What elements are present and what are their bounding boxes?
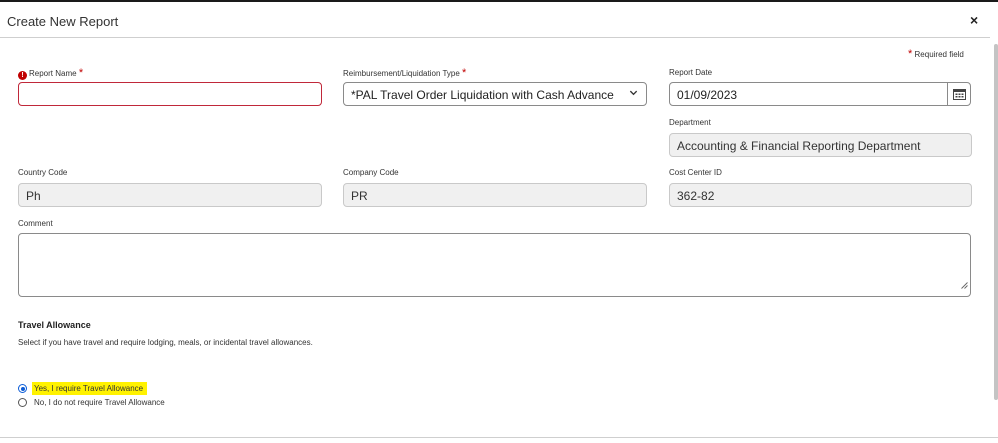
- radio-selected-icon[interactable]: [18, 384, 27, 393]
- dialog-scrollbar[interactable]: [994, 44, 998, 400]
- resize-grip-icon[interactable]: [961, 276, 968, 294]
- error-icon: !: [18, 71, 27, 80]
- required-marker: *: [462, 67, 467, 79]
- travel-allowance-heading: Travel Allowance: [18, 320, 91, 330]
- required-field-text: Required field: [914, 50, 964, 59]
- required-field-note: * Required field: [908, 48, 964, 60]
- company-code-field: PR: [343, 183, 647, 207]
- report-name-input[interactable]: [18, 82, 322, 106]
- comment-label: Comment: [18, 219, 53, 228]
- close-icon[interactable]: ×: [970, 12, 978, 28]
- country-code-label: Country Code: [18, 168, 68, 177]
- required-marker: *: [908, 48, 913, 60]
- comment-textarea[interactable]: [18, 233, 971, 297]
- report-name-label-text: Report Name: [29, 69, 77, 78]
- reimbursement-type-label-text: Reimbursement/Liquidation Type: [343, 69, 460, 78]
- radio-unselected-icon[interactable]: [18, 398, 27, 407]
- reimbursement-type-label: Reimbursement/Liquidation Type *: [343, 67, 466, 79]
- required-marker: *: [78, 67, 84, 79]
- calendar-icon[interactable]: [947, 82, 971, 106]
- dialog-footer-divider: [0, 437, 998, 438]
- department-field: Accounting & Financial Reporting Departm…: [669, 133, 972, 157]
- travel-allowance-yes-label: Yes, I require Travel Allowance: [32, 382, 148, 395]
- cost-center-field: 362-82: [669, 183, 972, 207]
- chevron-down-icon: [629, 88, 638, 100]
- department-label: Department: [669, 118, 711, 127]
- country-code-field: Ph: [18, 183, 322, 207]
- report-name-label: ! Report Name *: [18, 67, 83, 80]
- report-date-input[interactable]: 01/09/2023: [669, 82, 948, 106]
- reimbursement-type-select[interactable]: *PAL Travel Order Liquidation with Cash …: [343, 82, 647, 106]
- report-date-label: Report Date: [669, 68, 713, 77]
- travel-allowance-no-label: No, I do not require Travel Allowance: [34, 398, 165, 407]
- travel-allowance-description: Select if you have travel and require lo…: [18, 338, 313, 347]
- travel-allowance-no-option[interactable]: No, I do not require Travel Allowance: [18, 398, 165, 407]
- reimbursement-type-value: *PAL Travel Order Liquidation with Cash …: [351, 88, 614, 102]
- company-code-label: Company Code: [343, 168, 399, 177]
- travel-allowance-yes-option[interactable]: Yes, I require Travel Allowance: [18, 382, 148, 395]
- cost-center-label: Cost Center ID: [669, 168, 722, 177]
- dialog-title: Create New Report: [7, 14, 119, 29]
- dialog-header: Create New Report ×: [0, 2, 990, 38]
